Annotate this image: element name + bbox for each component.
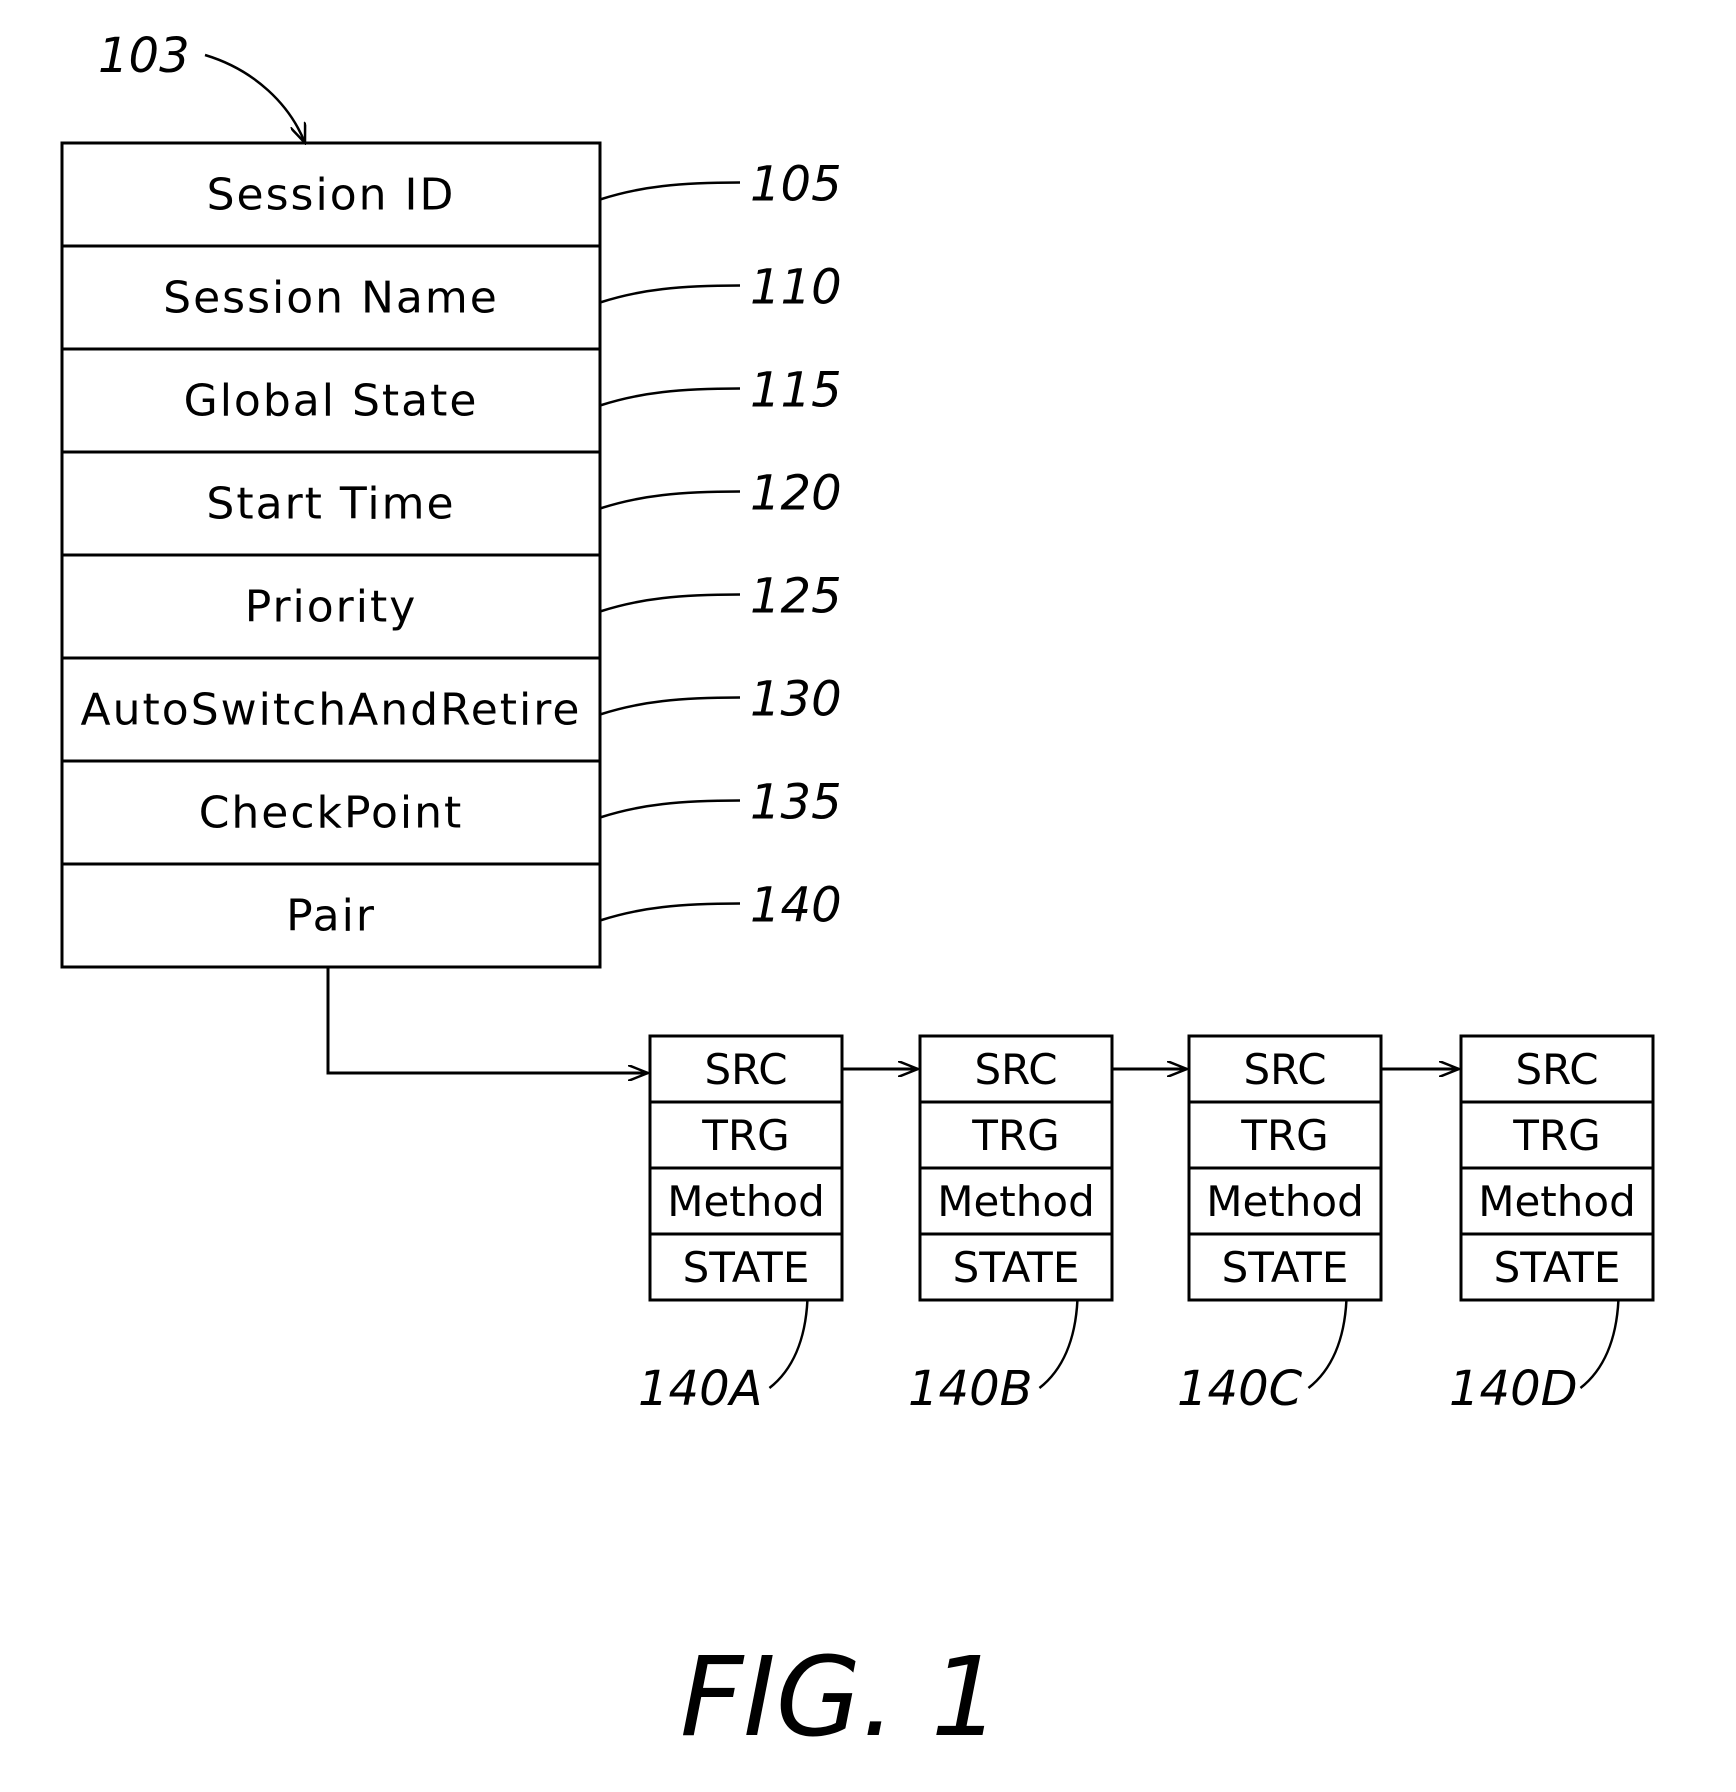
pair-field-label: Method [1206, 1177, 1364, 1226]
field-label: Start Time [206, 479, 455, 530]
figure-label: FIG. 1 [680, 1633, 1001, 1761]
pair-box-140B: SRC TRG Method STATE 140B [908, 1034, 1187, 1417]
pair-box-140A: SRC TRG Method STATE 140A [638, 1034, 918, 1417]
session-record-box: Session ID 105 Session Name 110 Global State… [60, 141, 842, 969]
pair-field-label: SRC [1515, 1045, 1598, 1094]
field-ref-label: 125 [750, 569, 842, 625]
pair-field-label: TRG [971, 1111, 1059, 1160]
field-leader-line [599, 284, 741, 304]
pair-field-label: Method [667, 1177, 825, 1226]
field-leader-line [599, 490, 741, 510]
field-label: CheckPoint [199, 788, 464, 839]
field-label: Session Name [163, 273, 499, 324]
field-ref-label: 130 [750, 672, 842, 728]
pair-box-140D: SRC TRG Method STATE 140D [1449, 1034, 1655, 1417]
structure-ref-label: 103 [98, 28, 190, 84]
field-label: AutoSwitchAndRetire [81, 685, 582, 736]
field-leader-line [599, 902, 741, 922]
field-ref-label: 105 [750, 157, 842, 213]
pair-ref-leader [1307, 1299, 1348, 1389]
pair-field-label: STATE [683, 1243, 810, 1292]
pair-ref-label: 140D [1449, 1361, 1578, 1417]
pair-ref-label: 140C [1177, 1361, 1303, 1417]
pair-ref-label: 140A [638, 1361, 762, 1417]
field-label: Priority [245, 582, 418, 633]
pair-field-label: TRG [1512, 1111, 1600, 1160]
field-label: Pair [286, 891, 376, 942]
field-ref-label: 135 [750, 775, 842, 831]
field-ref-label: 140 [750, 878, 842, 934]
field-ref-label: 115 [750, 363, 842, 419]
field-leader-line [599, 799, 741, 819]
pair-box-140C: SRC TRG Method STATE 140C [1177, 1034, 1459, 1417]
pair-ref-leader [1579, 1299, 1620, 1389]
session-structure-diagram: 103 Session ID 105 Session Name 110 Global S… [60, 28, 1655, 1761]
pair-field-label: Method [1478, 1177, 1636, 1226]
pair-ref-label: 140B [908, 1361, 1033, 1417]
field-leader-line [599, 593, 741, 613]
pair-ref-leader [768, 1299, 809, 1389]
structure-ref-arrow [204, 53, 305, 143]
pair-field-label: Method [937, 1177, 1095, 1226]
pair-field-label: TRG [701, 1111, 789, 1160]
pair-field-label: SRC [704, 1045, 787, 1094]
field-leader-line [599, 387, 741, 407]
field-label: Session ID [207, 170, 456, 221]
pair-field-label: STATE [953, 1243, 1080, 1292]
pair-connector-arrow [326, 966, 648, 1073]
pair-field-label: TRG [1240, 1111, 1328, 1160]
field-label: Global State [184, 376, 479, 427]
field-ref-label: 110 [750, 260, 842, 316]
pair-field-label: SRC [1243, 1045, 1326, 1094]
pair-field-label: STATE [1494, 1243, 1621, 1292]
pair-list: SRC TRG Method STATE 140A SRC TRG Method STATE 14… [638, 1034, 1655, 1417]
field-ref-label: 120 [750, 466, 842, 522]
pair-field-label: STATE [1222, 1243, 1349, 1292]
pair-field-label: SRC [974, 1045, 1057, 1094]
field-leader-line [599, 696, 741, 716]
pair-ref-leader [1038, 1299, 1079, 1389]
field-leader-line [599, 181, 741, 201]
